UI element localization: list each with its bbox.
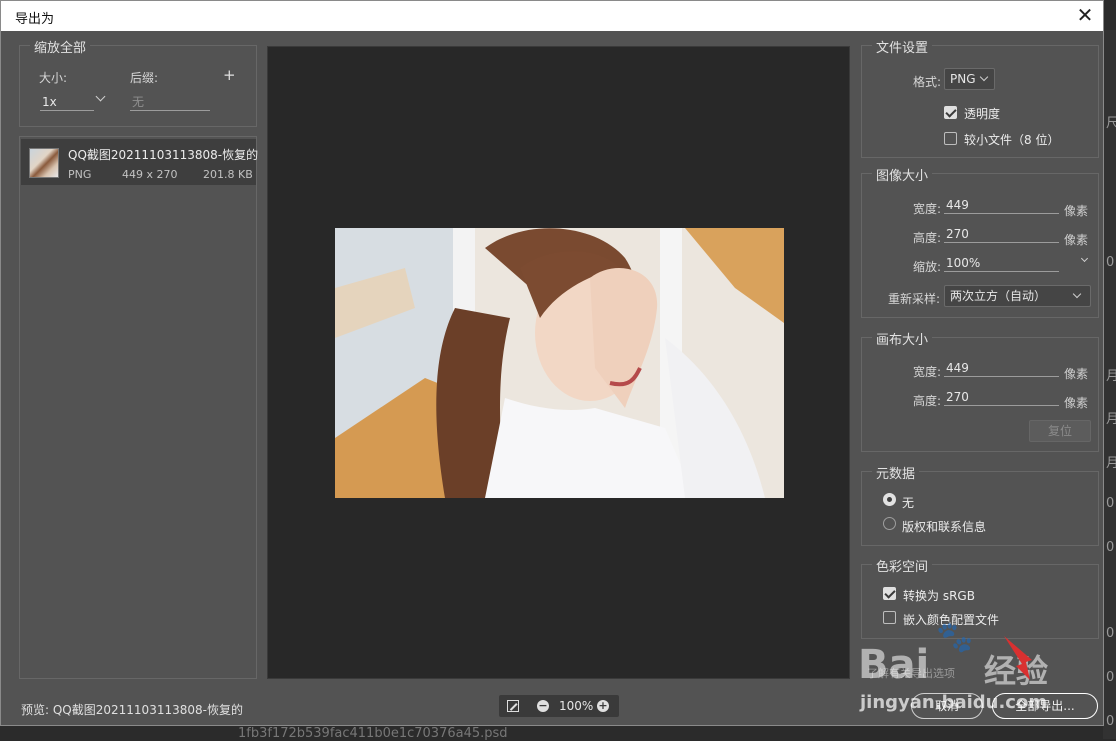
canvas-height-unit: 像素	[1064, 396, 1089, 410]
list-item[interactable]: QQ截图20211103113808-恢复的 PNG 449 x 270 201…	[21, 139, 259, 185]
chevron-down-icon	[1072, 289, 1082, 299]
image-width-unit: 像素	[1064, 204, 1089, 218]
background-char: 尺	[1106, 116, 1116, 131]
cancel-button[interactable]: 取消	[911, 693, 983, 719]
scale-all-title: 缩放全部	[30, 37, 91, 56]
convert-srgb-label: 转换为 sRGB	[903, 589, 975, 603]
file-settings-group: 文件设置 格式: PNG 透明度 较小文件（8 位）	[861, 37, 1099, 158]
canvas-size-group: 画布大小 宽度: 449 像素 高度: 270 像素 复位	[861, 329, 1099, 452]
resample-label: 重新采样:	[888, 292, 941, 306]
canvas-height-label: 高度:	[913, 394, 942, 408]
image-size-title: 图像大小	[872, 165, 933, 184]
embed-profile-label: 嵌入颜色配置文件	[903, 613, 1000, 627]
metadata-title: 元数据	[872, 463, 920, 482]
export-all-button[interactable]: 全部导出...	[992, 693, 1098, 719]
file-list: QQ截图20211103113808-恢复的 PNG 449 x 270 201…	[19, 136, 259, 679]
background-char: 月	[1106, 456, 1116, 471]
image-height-label: 高度:	[913, 231, 942, 245]
canvas-width-input[interactable]: 449	[944, 362, 1059, 377]
size-select[interactable]: 1x	[40, 96, 94, 111]
zoom-in-icon[interactable]: +	[597, 700, 609, 712]
format-value: PNG	[950, 72, 976, 86]
metadata-none-radio[interactable]	[883, 493, 896, 506]
format-label: 格式:	[913, 75, 942, 89]
scale-label: 缩放:	[913, 260, 942, 274]
background-char: 0	[1106, 540, 1115, 555]
canvas-width-label: 宽度:	[913, 365, 942, 379]
metadata-copyright-label: 版权和联系信息	[902, 520, 987, 534]
image-height-unit: 像素	[1064, 233, 1089, 247]
transparency-checkbox[interactable]	[944, 106, 957, 119]
resample-select[interactable]: 两次立方（自动）	[944, 285, 1091, 307]
chevron-down-icon[interactable]	[1080, 254, 1089, 263]
scale-select[interactable]: 100%	[944, 257, 1059, 272]
title-bar: 导出为 ✕	[1, 1, 1103, 31]
convert-srgb-checkbox[interactable]	[883, 587, 896, 600]
background-char: 0	[1106, 714, 1115, 729]
file-format: PNG	[68, 168, 92, 181]
background-char: 月	[1106, 412, 1116, 427]
transparency-label: 透明度	[964, 107, 1001, 121]
learn-more-link[interactable]: 了解有关导出选项	[867, 665, 955, 681]
image-width-input[interactable]: 449	[944, 199, 1059, 214]
image-height-input[interactable]: 270	[944, 228, 1059, 243]
file-settings-title: 文件设置	[872, 37, 933, 56]
file-dimensions: 449 x 270	[122, 168, 178, 181]
preview-image	[335, 228, 784, 498]
file-name: QQ截图20211103113808-恢复的	[68, 148, 259, 162]
preview-canvas	[267, 46, 850, 679]
image-size-group: 图像大小 宽度: 449 像素 高度: 270 像素 缩放: 100% 重新采样…	[861, 165, 1099, 318]
background-char: 0	[1106, 496, 1115, 511]
reset-button[interactable]: 复位	[1029, 420, 1091, 442]
background-char: 0	[1106, 255, 1115, 270]
image-width-label: 宽度:	[913, 202, 942, 216]
format-select[interactable]: PNG	[944, 68, 995, 90]
scale-all-group: 缩放全部 大小: 1x 后缀: 无 +	[19, 37, 257, 127]
canvas-height-input[interactable]: 270	[944, 391, 1059, 406]
canvas-size-title: 画布大小	[872, 329, 933, 348]
canvas-width-unit: 像素	[1064, 367, 1089, 381]
color-space-group: 色彩空间 转换为 sRGB 嵌入颜色配置文件	[861, 556, 1099, 639]
resample-value: 两次立方（自动）	[950, 289, 1047, 303]
suffix-input[interactable]: 无	[130, 96, 210, 111]
file-thumbnail	[29, 148, 59, 178]
metadata-copyright-radio[interactable]	[883, 517, 896, 530]
background-char: 月	[1106, 369, 1116, 384]
preview-photo	[335, 228, 784, 498]
add-suffix-icon[interactable]: +	[223, 66, 236, 84]
export-as-dialog: 导出为 ✕ 缩放全部 大小: 1x 后缀: 无 + QQ截图2021110311…	[0, 0, 1104, 726]
zoom-out-icon[interactable]: −	[537, 700, 549, 712]
background-right-panel: 尺 0 月 月 月 0 0 0 0 0	[1103, 30, 1116, 739]
chevron-down-icon	[979, 72, 989, 82]
smaller-file-label: 较小文件（8 位）	[964, 133, 1060, 147]
chevron-down-icon[interactable]	[95, 91, 106, 102]
background-char: 0	[1106, 626, 1115, 641]
zoom-bar: − 100% +	[499, 695, 619, 717]
zoom-level: 100%	[559, 699, 594, 713]
metadata-none-label: 无	[902, 496, 915, 510]
dialog-title: 导出为	[15, 12, 55, 27]
file-size: 201.8 KB	[203, 168, 253, 181]
color-space-title: 色彩空间	[872, 556, 933, 575]
fit-to-view-icon[interactable]	[507, 700, 519, 712]
size-label: 大小:	[39, 71, 68, 85]
close-icon[interactable]: ✕	[1075, 4, 1095, 26]
metadata-group: 元数据 无 版权和联系信息	[861, 463, 1099, 546]
suffix-label: 后缀:	[130, 71, 159, 85]
preview-label: 预览: QQ截图20211103113808-恢复的	[21, 703, 243, 717]
background-char: 0	[1106, 670, 1115, 685]
embed-profile-checkbox[interactable]	[883, 611, 896, 624]
smaller-file-checkbox[interactable]	[944, 132, 957, 145]
